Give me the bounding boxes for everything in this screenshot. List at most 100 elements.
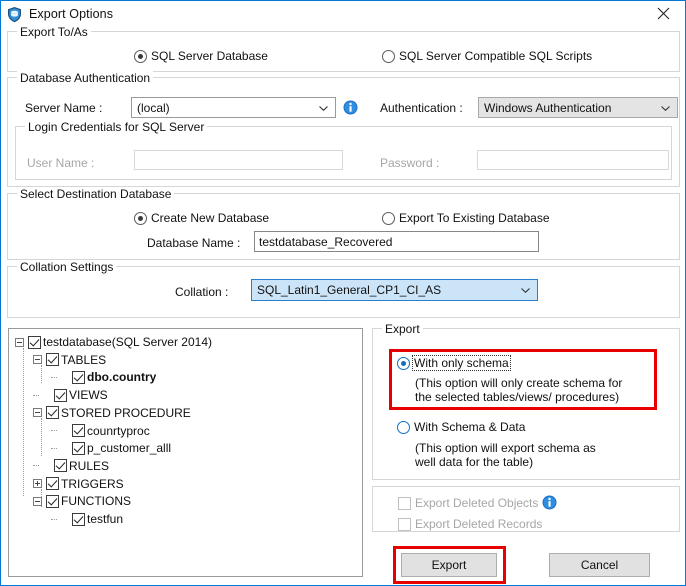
schema-data-hint: (This option will export schema as well … [415,441,596,469]
tree-connector [51,447,57,449]
tree-node-label: TRIGGERS [61,476,124,491]
radio-sql-server-compatible-scripts[interactable]: SQL Server Compatible SQL Scripts [382,49,593,63]
checkbox-export-deleted-records[interactable]: Export Deleted Records [398,517,542,531]
radio-dot-icon [382,49,395,63]
checkbox-export-deleted-objects[interactable]: Export Deleted Objects [398,496,538,510]
info-icon[interactable] [343,100,358,115]
tree-node[interactable]: testfun [51,510,123,528]
tree-checkbox-icon[interactable] [46,477,59,491]
tree-node-label: STORED PROCEDURE [61,405,191,420]
tree-expander-icon[interactable] [33,479,42,489]
tree-checkbox-icon[interactable] [72,370,85,384]
user-name-label: User Name : [27,156,95,170]
password-input[interactable] [477,150,669,170]
tree-node-label: TABLES [61,352,107,367]
tree-node[interactable]: testdatabase(SQL Server 2014) [15,333,212,351]
tree-node[interactable]: p_customer_alll [51,439,171,457]
radio-label: With only schema [412,355,511,371]
export-button-label: Export [431,558,467,572]
tree-node[interactable]: FUNCTIONS [33,492,131,510]
authentication-combo[interactable]: Windows Authentication [478,97,678,118]
tree-connector [51,376,57,378]
tree-checkbox-icon[interactable] [72,441,85,455]
user-name-input[interactable] [134,150,343,170]
title-bar: Export Options [1,1,685,27]
destination-database-legend: Select Destination Database [17,187,175,201]
tree-node[interactable]: counrtyproc [51,422,150,440]
tree-checkbox-icon[interactable] [46,494,59,508]
server-name-value: (local) [137,100,170,115]
tree-node-label: testfun [87,512,124,526]
tree-node-label: RULES [69,458,110,473]
radio-export-to-existing-database[interactable]: Export To Existing Database [382,211,551,225]
tree-connector [33,465,39,467]
radio-label: SQL Server Database [151,49,268,63]
checkbox-label: Export Deleted Records [415,517,543,531]
radio-create-new-database[interactable]: Create New Database [134,211,270,225]
database-authentication-legend: Database Authentication [17,71,154,85]
window-title: Export Options [29,7,114,21]
tree-node-label: testdatabase(SQL Server 2014) [43,335,212,349]
tree-checkbox-icon[interactable] [54,388,67,402]
tree-checkbox-icon[interactable] [46,406,59,420]
chevron-down-icon [521,288,530,293]
password-label: Password : [380,156,440,170]
export-group-legend: Export [382,322,423,336]
collation-combo[interactable]: SQL_Latin1_General_CP1_CI_AS [251,279,538,301]
only-schema-hint: (This option will only create schema for… [415,376,623,404]
tree-node-label: p_customer_alll [87,441,172,456]
tree-node[interactable]: TRIGGERS [33,475,124,493]
radio-label: With Schema & Data [414,420,526,434]
cancel-button-label: Cancel [580,558,619,572]
tree-node-label: VIEWS [69,388,108,403]
close-icon[interactable] [641,1,685,26]
collation-label: Collation : [175,285,229,299]
tree-checkbox-icon[interactable] [54,459,67,473]
tree-checkbox-icon[interactable] [72,424,85,437]
radio-label: Export To Existing Database [399,211,550,225]
tree-connector [33,394,39,396]
tree-node[interactable]: dbo.country [51,368,156,386]
info-icon[interactable] [542,495,557,510]
radio-dot-icon [397,356,410,370]
radio-label: Create New Database [151,211,270,225]
server-name-combo[interactable]: (local) [131,97,336,118]
tree-node[interactable]: RULES [33,457,109,475]
database-name-value: testdatabase_Recovered [259,234,393,249]
radio-dot-icon [397,420,410,434]
export-options-dialog: Export Options Export To/As SQL Server D… [0,0,686,586]
database-name-input[interactable]: testdatabase_Recovered [254,231,539,252]
radio-dot-icon [134,49,147,63]
tree-line [41,418,42,456]
checkbox-box-icon [398,517,411,531]
tree-expander-icon[interactable] [33,496,42,506]
chevron-down-icon [319,105,328,111]
tree-node[interactable]: TABLES [33,351,106,369]
server-name-label: Server Name : [25,101,103,115]
tree-expander-icon[interactable] [33,408,42,418]
radio-dot-icon [382,211,395,225]
tree-connector [51,518,57,520]
tree-node[interactable]: STORED PROCEDURE [33,404,191,422]
tree-expander-icon[interactable] [33,355,42,365]
tree-node-label: counrtyproc [87,423,150,438]
export-to-as-legend: Export To/As [17,25,91,39]
tree-checkbox-icon[interactable] [28,335,41,349]
collation-value: SQL_Latin1_General_CP1_CI_AS [257,283,442,297]
tree-line [23,348,24,496]
object-tree-panel[interactable]: testdatabase(SQL Server 2014) TABLES dbo.c… [8,328,363,577]
radio-with-only-schema[interactable]: With only schema [397,355,511,371]
tree-checkbox-icon[interactable] [46,353,59,367]
radio-with-schema-and-data[interactable]: With Schema & Data [397,420,526,434]
tree-expander-icon[interactable] [15,337,24,347]
export-button[interactable]: Export [401,553,497,577]
tree-checkbox-icon[interactable] [72,512,85,526]
database-shield-icon [6,6,23,23]
cancel-button[interactable]: Cancel [549,553,650,577]
radio-sql-server-database[interactable]: SQL Server Database [134,49,269,63]
radio-dot-icon [134,211,147,225]
tree-node[interactable]: VIEWS [33,386,108,404]
